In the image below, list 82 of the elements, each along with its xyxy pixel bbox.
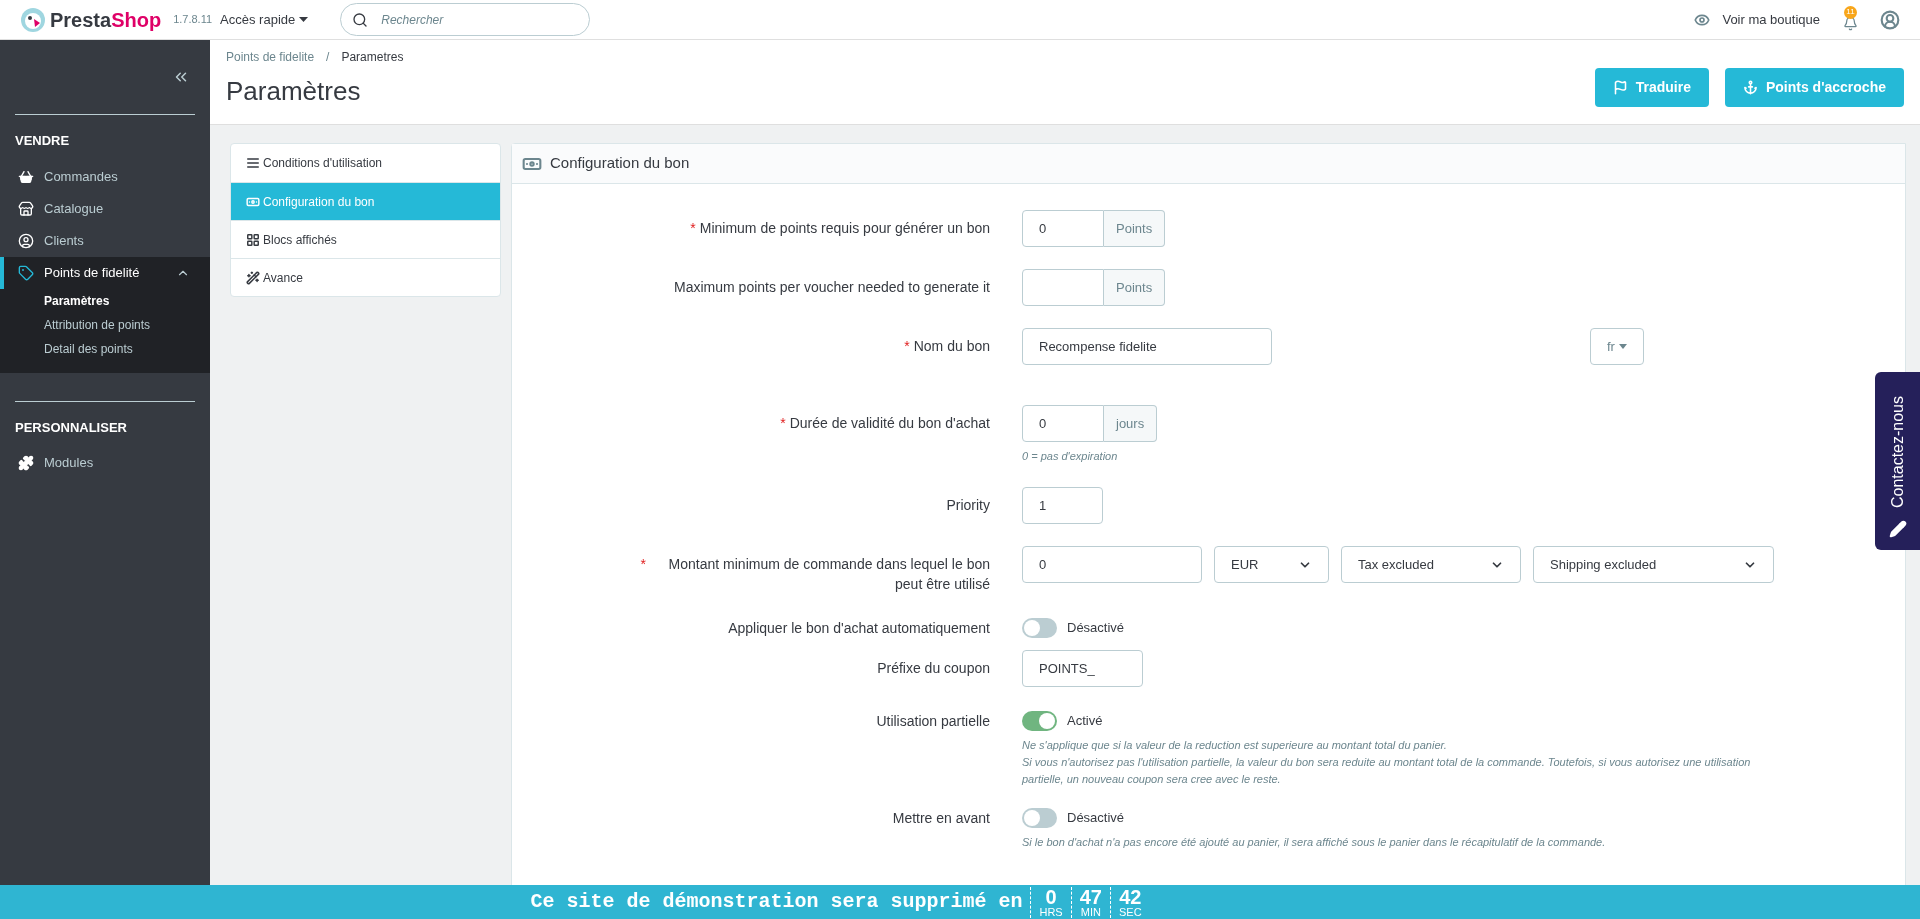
basket-icon (18, 168, 34, 185)
puzzle-icon (18, 455, 34, 471)
field-label: Préfixe du coupon (877, 659, 990, 678)
unit-addon: Points (1104, 269, 1166, 306)
anchor-icon (1742, 80, 1758, 95)
search-field[interactable]: Rechercher (340, 3, 591, 36)
sidebar-subitem[interactable]: Paramètres (0, 288, 210, 313)
number-field[interactable] (1022, 269, 1104, 306)
contact-tab[interactable]: Contactez-nous (1875, 372, 1920, 550)
store-icon (18, 200, 34, 217)
tag-icon (18, 264, 34, 281)
countdown-unit: 47 MIN (1070, 886, 1110, 918)
wand-icon (246, 270, 260, 285)
number-field[interactable]: 0 (1022, 210, 1104, 247)
required-mark: * (690, 219, 696, 238)
sidebar-item[interactable]: Catalogue (0, 192, 210, 225)
sidebar-section-title: VENDRE (14, 132, 71, 150)
sidebar-item[interactable]: Commandes (0, 160, 210, 193)
unit-addon: Points (1104, 210, 1166, 247)
toggle-switch[interactable] (1022, 618, 1057, 638)
sidebar-item[interactable]: Modules (0, 447, 210, 479)
search-icon (352, 11, 369, 28)
user-icon (18, 232, 34, 249)
required-mark: * (904, 337, 910, 356)
select-dropdown[interactable]: Shipping excluded (1533, 546, 1774, 583)
required-mark: * (640, 555, 646, 574)
quick-access-dropdown[interactable]: Accès rapide (220, 9, 309, 30)
help-text: Ne s'applique que si la valeur de la reduction est superieure au montant total du panier. (1022, 738, 1448, 753)
user-icon[interactable] (1880, 9, 1900, 30)
grid-icon (246, 232, 260, 247)
help-text: Si le bon d'achat n'a pas encore été ajouté au panier, il sera affiché sous le panier dans le récapitulatif de la commande. (1022, 835, 1606, 850)
settings-tab[interactable]: Avance (231, 258, 500, 296)
language-dropdown[interactable]: fr (1590, 328, 1644, 365)
notification-badge: 11 (1844, 5, 1857, 19)
page-title: Paramètres (226, 75, 362, 108)
pencil-icon (1888, 520, 1907, 538)
help-text: Si vous n'autorisez pas l'utilisation partielle, la valeur du bon sera reduite au montant total de la commande. Toutefois, si vous autorisez une utilisation partielle, un nouveau coupon sera cree avec le reste. (1022, 755, 1752, 787)
settings-tab[interactable]: Blocs affichés (231, 220, 500, 258)
breadcrumb-link[interactable]: Parametres (341, 48, 404, 66)
toggle-state-label: Désactivé (1067, 619, 1125, 638)
toggle-state-label: Activé (1067, 712, 1103, 731)
field-label: Montant minimum de commande dans lequel le bon peut être utilisé (667, 555, 990, 594)
field-label: Minimum de points requis pour générer un bon (699, 219, 990, 238)
text-field[interactable]: POINTS_ (1022, 650, 1143, 687)
panel-title: Configuration du bon (550, 153, 690, 174)
caret-icon (1618, 344, 1627, 349)
unit-addon: jours (1104, 405, 1158, 442)
toggle-switch[interactable] (1022, 711, 1057, 731)
toggle-state-label: Désactivé (1067, 809, 1125, 828)
version-text: 1.7.8.11 (173, 12, 213, 28)
number-field[interactable]: 0 (1022, 405, 1104, 442)
required-mark: * (780, 414, 786, 433)
field-label: Priority (946, 496, 990, 515)
logo-icon (20, 6, 46, 33)
field-label: Mettre en avant (892, 809, 990, 828)
caret-icon (299, 17, 309, 22)
help-text: 0 = pas d'expiration (1022, 449, 1119, 464)
banner-message: Ce site de démonstration sera supprimé en (530, 889, 1023, 915)
list-icon (246, 156, 260, 170)
field-label: Maximum points per voucher needed to generate it (674, 278, 990, 297)
field-label: Durée de validité du bon d'achat (789, 414, 990, 433)
sidebar-subitem[interactable]: Attribution de points (0, 312, 210, 337)
amount-field[interactable]: 0 (1022, 546, 1202, 583)
toggle-switch[interactable] (1022, 808, 1057, 828)
breadcrumb-separator: / (326, 49, 330, 66)
text-field[interactable]: Recompense fidelite (1022, 328, 1272, 365)
sidebar-item[interactable]: Clients (0, 224, 210, 257)
sidebar-section-title: PERSONNALISER (14, 418, 128, 437)
select-dropdown[interactable]: EUR (1214, 546, 1329, 583)
sidebar-subitem[interactable]: Detail des points (0, 336, 210, 361)
breadcrumb-link[interactable]: Points de fidelite (226, 48, 315, 66)
logo-text: PrestaShop (50, 7, 162, 33)
flag-icon (1612, 80, 1628, 95)
view-shop-link[interactable]: Voir ma boutique (1722, 9, 1820, 30)
field-label: Nom du bon (913, 337, 990, 356)
countdown-unit: 0 HRS (1030, 886, 1071, 918)
settings-tab[interactable]: Conditions d'utilisation (231, 144, 500, 182)
number-field[interactable]: 1 (1022, 487, 1103, 524)
field-label: Utilisation partielle (876, 712, 990, 731)
select-dropdown[interactable]: Tax excluded (1341, 546, 1521, 583)
field-label: Appliquer le bon d'achat automatiquement (728, 619, 990, 638)
countdown-unit: 42 SEC (1109, 886, 1150, 918)
